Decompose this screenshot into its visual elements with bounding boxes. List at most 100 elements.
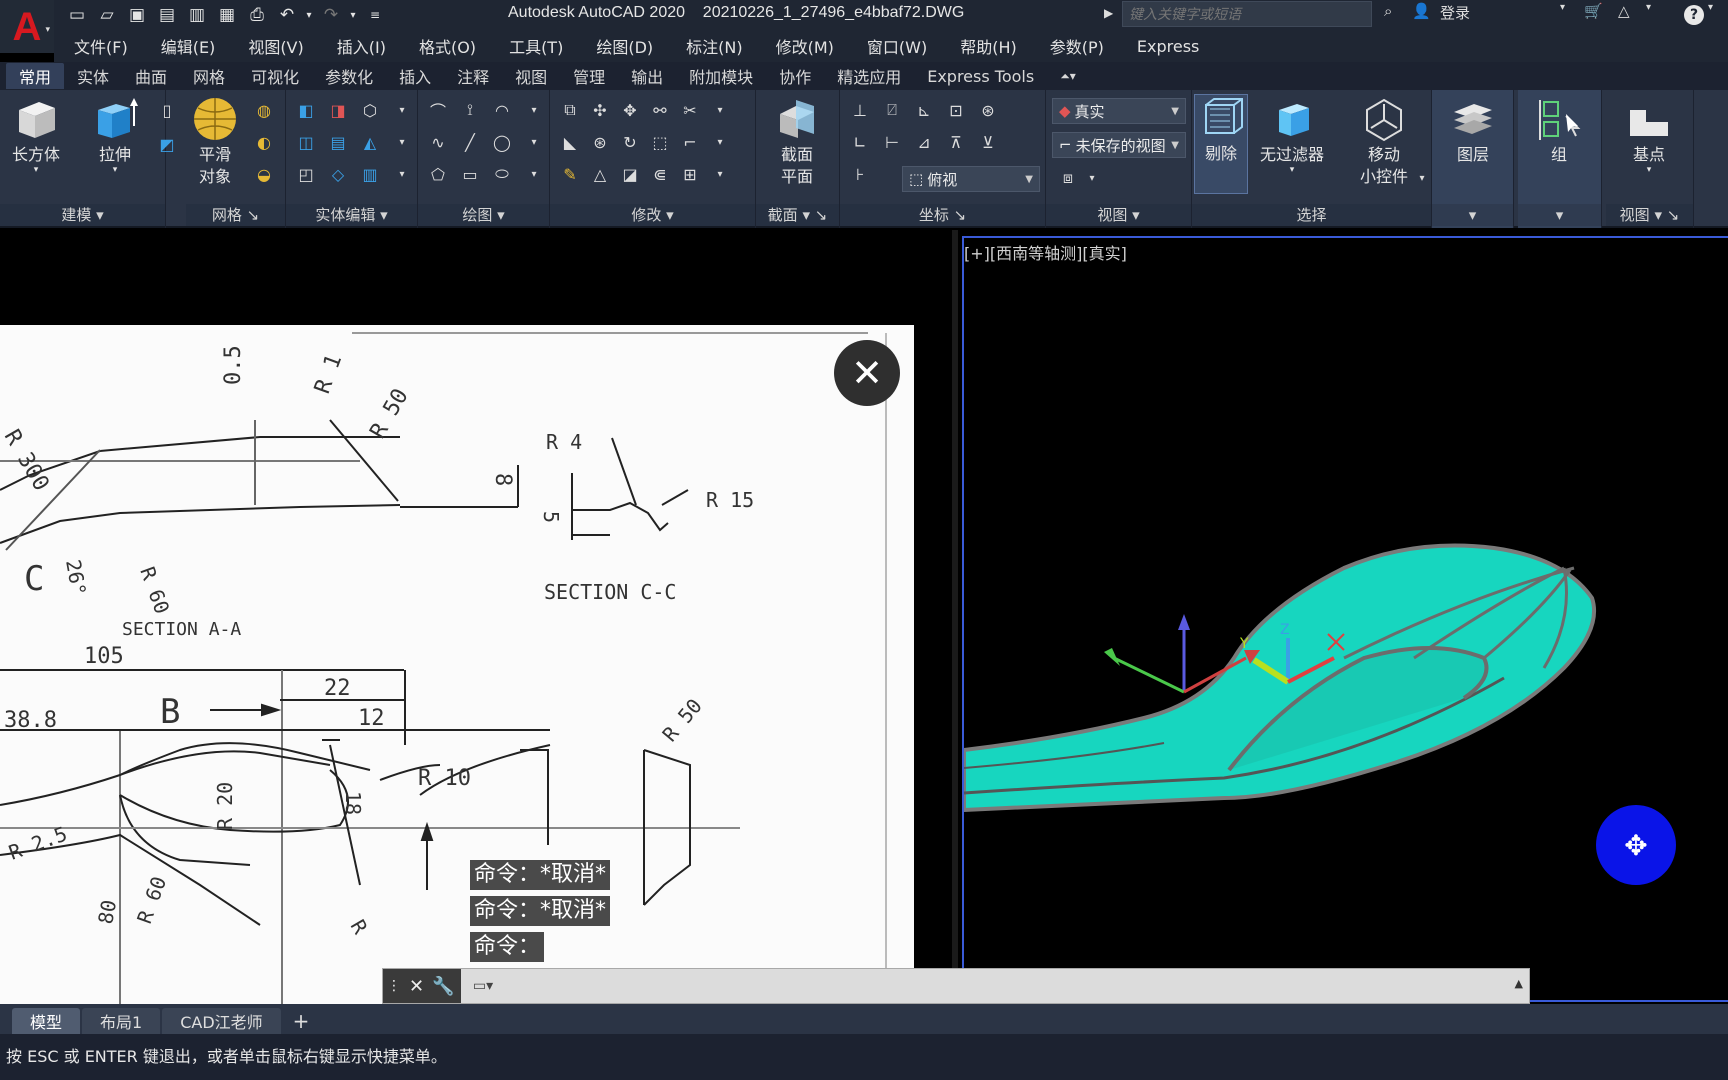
fillet-icon[interactable]: ⌐: [678, 130, 702, 154]
ucs-x-icon[interactable]: ∟: [848, 130, 872, 154]
box-dropdown-icon[interactable]: ▾: [34, 166, 39, 175]
mesh-smooth-less-icon[interactable]: ◐: [252, 130, 276, 154]
ellipse-icon[interactable]: ⬭: [490, 162, 514, 186]
slice-icon[interactable]: ▤: [326, 130, 350, 154]
scale-icon[interactable]: ⬚: [648, 130, 672, 154]
redo-icon[interactable]: ↷: [318, 2, 344, 28]
publish-icon[interactable]: ▥: [184, 2, 210, 28]
ellipse-dropdown-icon[interactable]: ▾: [522, 162, 546, 186]
a360-dropdown-icon[interactable]: ▾: [1646, 2, 1651, 13]
smooth-object-button[interactable]: 平滑 对象: [192, 96, 238, 188]
command-line-grip-icon[interactable]: ⋮: [387, 978, 401, 994]
menu-express[interactable]: Express: [1137, 37, 1199, 56]
subtract-icon[interactable]: ◨: [326, 98, 350, 122]
move-icon[interactable]: ✥: [618, 98, 642, 122]
save-as-icon[interactable]: ▤: [154, 2, 180, 28]
polygon-icon[interactable]: ⬠: [426, 162, 450, 186]
trim-dropdown-icon[interactable]: ▾: [708, 98, 732, 122]
cart-icon[interactable]: 🛒: [1584, 2, 1603, 20]
command-line-customize-icon[interactable]: 🔧: [432, 976, 454, 997]
solid-history-dropdown-icon[interactable]: ▾: [390, 98, 414, 122]
ucs-view-icon[interactable]: ⍁: [880, 98, 904, 122]
tab-home[interactable]: 常用: [6, 63, 65, 89]
stretch-icon[interactable]: ◪: [618, 162, 642, 186]
solid-history-icon[interactable]: ⬡: [358, 98, 382, 122]
ucs-previous-icon[interactable]: ⊢: [880, 130, 904, 154]
user-icon[interactable]: 👤: [1412, 2, 1431, 20]
login-button[interactable]: 登录: [1440, 2, 1470, 23]
ucs-face-icon[interactable]: ⊿: [912, 130, 936, 154]
view-select-dropdown[interactable]: ⬚ 俯视 ▼: [902, 166, 1040, 192]
panel-modeling-title[interactable]: 建模 ▾: [0, 204, 165, 226]
add-layout-icon[interactable]: +: [283, 1008, 320, 1034]
ucs-object-icon[interactable]: ⊡: [944, 98, 968, 122]
model-viewport[interactable]: Z Y: [962, 236, 1728, 1002]
panel-coordinates-title[interactable]: 坐标 ↘: [840, 204, 1045, 226]
tab-cad-teacher[interactable]: CAD江老师: [162, 1008, 281, 1034]
viewport-label[interactable]: [+][西南等轴测][真实]: [964, 240, 1127, 264]
menu-tools[interactable]: 工具(T): [509, 34, 563, 58]
fillet-dropdown-icon[interactable]: ▾: [708, 130, 732, 154]
circle-icon[interactable]: ◯: [490, 130, 514, 154]
shell-icon[interactable]: ▥: [358, 162, 382, 186]
panel-solid-editing-title[interactable]: 实体编辑 ▾: [286, 204, 417, 226]
array3d-icon[interactable]: △: [588, 162, 612, 186]
menu-format[interactable]: 格式(O): [419, 34, 476, 58]
menu-view[interactable]: 视图(V): [248, 34, 303, 58]
menu-file[interactable]: 文件(F): [74, 34, 128, 58]
open-file-icon[interactable]: ▱: [94, 2, 120, 28]
extract-dropdown-icon[interactable]: ▾: [390, 130, 414, 154]
arc-dropdown-icon[interactable]: ▾: [522, 98, 546, 122]
explode-icon[interactable]: ⊛: [588, 130, 612, 154]
line-icon[interactable]: ╱: [458, 130, 482, 154]
rotate3d-icon[interactable]: ✣: [588, 98, 612, 122]
move-gizmo-dropdown-icon[interactable]: ▾: [1410, 166, 1434, 190]
a360-icon[interactable]: △: [1618, 2, 1630, 20]
panel-section-title[interactable]: 截面 ▾ ↘: [756, 204, 839, 226]
menu-window[interactable]: 窗口(W): [867, 34, 927, 58]
tab-surface[interactable]: 曲面: [122, 63, 180, 89]
mirror3d-icon[interactable]: ⧉: [558, 98, 582, 122]
navigation-wheel-button[interactable]: ✥: [1596, 805, 1676, 885]
command-history-toggle-icon[interactable]: ▲: [1515, 977, 1523, 990]
extrude-button[interactable]: 拉伸 ▾: [92, 96, 138, 175]
box-button[interactable]: 长方体 ▾: [12, 96, 60, 175]
circle-dropdown-icon[interactable]: ▾: [522, 130, 546, 154]
ucs-world-icon[interactable]: ⊛: [976, 98, 1000, 122]
menu-edit[interactable]: 编辑(E): [161, 34, 216, 58]
tab-addins[interactable]: 附加模块: [676, 63, 766, 89]
tab-mesh[interactable]: 网格: [180, 63, 238, 89]
panel-view-base-title[interactable]: 视图 ▾ ↘: [1606, 204, 1693, 226]
tab-featured-apps[interactable]: 精选应用: [824, 63, 914, 89]
tab-output[interactable]: 输出: [618, 63, 676, 89]
panel-layers-expand[interactable]: ▾: [1432, 204, 1513, 226]
tab-parametric[interactable]: 参数化: [312, 63, 386, 89]
move-gizmo-button[interactable]: 移动 小控件: [1360, 96, 1408, 188]
ucs-origin-icon[interactable]: ⊾: [912, 98, 936, 122]
menu-insert[interactable]: 插入(I): [337, 34, 386, 58]
tab-express-tools[interactable]: Express Tools: [914, 63, 1047, 89]
customize-qat-icon[interactable]: ≡: [362, 2, 388, 28]
ucs-named-icon[interactable]: ⊦: [848, 162, 872, 186]
culling-button[interactable]: 剔除: [1194, 94, 1248, 194]
group-button[interactable]: 组: [1536, 96, 1582, 166]
drawing-area[interactable]: R 300 0.5 R 1 R 50 8 R 4 R 15 5 SECTION …: [0, 230, 1728, 1005]
close-image-button[interactable]: ✕: [834, 340, 900, 406]
binoculars-icon[interactable]: ⌕: [1384, 2, 1392, 20]
align3d-icon[interactable]: ◣: [558, 130, 582, 154]
undo-icon[interactable]: ↶: [274, 2, 300, 28]
viewport-config-dropdown-icon[interactable]: ▾: [1080, 166, 1104, 190]
search-input[interactable]: [1122, 1, 1372, 27]
array-dropdown-icon[interactable]: ▾: [708, 162, 732, 186]
mesh-smooth-more-icon[interactable]: ◍: [252, 98, 276, 122]
menu-parametric[interactable]: 参数(P): [1050, 34, 1104, 58]
tab-manage[interactable]: 管理: [560, 63, 618, 89]
union-icon[interactable]: ◧: [294, 98, 318, 122]
ucs-icon[interactable]: ⊥: [848, 98, 872, 122]
visual-style-dropdown[interactable]: ◆ 真实 ▼: [1052, 98, 1186, 124]
polysolid-icon[interactable]: ▯: [155, 98, 179, 122]
login-dropdown-icon[interactable]: ▾: [1560, 2, 1565, 13]
tab-view[interactable]: 视图: [502, 63, 560, 89]
command-line-close-icon[interactable]: ✕: [409, 976, 424, 997]
spline-icon[interactable]: ∿: [426, 130, 450, 154]
